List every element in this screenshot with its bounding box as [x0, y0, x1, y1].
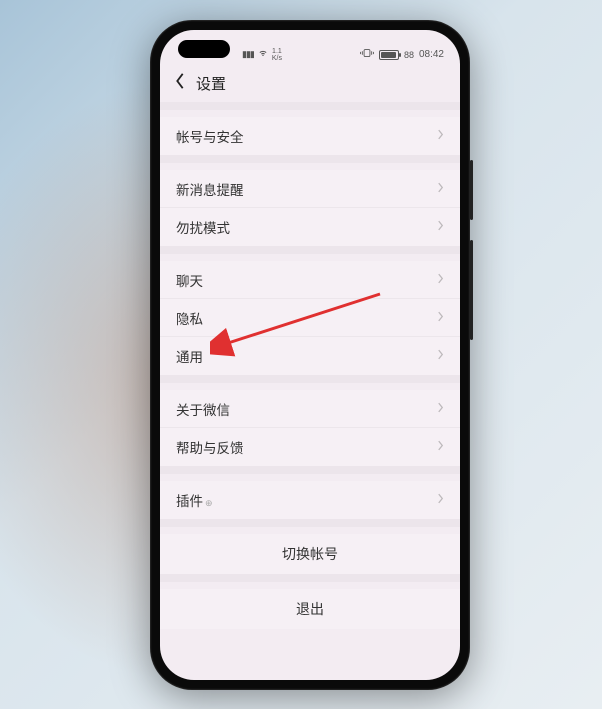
- row-privacy[interactable]: 隐私: [160, 299, 460, 337]
- row-dnd[interactable]: 勿扰模式: [160, 208, 460, 246]
- row-label: 帐号与安全: [176, 126, 437, 146]
- network-speed: 1.1 K/s: [272, 48, 282, 62]
- chevron-right-icon: [437, 309, 444, 327]
- nav-header: 设置: [160, 64, 460, 102]
- button-label: 退出: [296, 599, 324, 619]
- chevron-right-icon: [437, 127, 444, 145]
- row-label: 帮助与反馈: [176, 437, 437, 457]
- row-label: 通用: [176, 346, 437, 366]
- chevron-right-icon: [437, 438, 444, 456]
- phone-side-button: [470, 240, 473, 340]
- button-label: 切换帐号: [282, 544, 338, 564]
- cellular-signal-icon: ▮▮▮: [242, 49, 254, 60]
- row-label: 关于微信: [176, 399, 437, 419]
- switch-account-button[interactable]: 切换帐号: [160, 534, 460, 574]
- row-label: 勿扰模式: [176, 217, 437, 237]
- phone-side-button: [470, 160, 473, 220]
- chevron-right-icon: [437, 347, 444, 365]
- logout-button[interactable]: 退出: [160, 589, 460, 629]
- chevron-right-icon: [437, 491, 444, 509]
- chevron-right-icon: [437, 180, 444, 198]
- row-account-security[interactable]: 帐号与安全: [160, 117, 460, 155]
- row-label: 聊天: [176, 270, 437, 290]
- row-general[interactable]: 通用: [160, 337, 460, 375]
- settings-list: 帐号与安全 新消息提醒 勿扰模式 聊天: [160, 102, 460, 680]
- battery-percent: 88: [404, 50, 414, 60]
- phone-frame: ▮▮▮ 1.1 K/s 88 08:42: [150, 20, 470, 690]
- row-chat[interactable]: 聊天: [160, 261, 460, 299]
- row-help[interactable]: 帮助与反馈: [160, 428, 460, 466]
- clock: 08:42: [419, 49, 444, 60]
- battery-icon: [379, 50, 399, 60]
- plugin-badge-icon: ⊕: [205, 498, 213, 508]
- row-plugins[interactable]: 插件⊕: [160, 481, 460, 519]
- wifi-icon: [257, 47, 269, 62]
- row-label: 插件⊕: [176, 490, 437, 510]
- row-new-message[interactable]: 新消息提醒: [160, 170, 460, 208]
- row-label: 新消息提醒: [176, 179, 437, 199]
- row-label: 隐私: [176, 308, 437, 328]
- row-about[interactable]: 关于微信: [160, 390, 460, 428]
- camera-cutout: [178, 40, 230, 58]
- chevron-right-icon: [437, 218, 444, 236]
- back-button[interactable]: [174, 72, 186, 95]
- chevron-right-icon: [437, 400, 444, 418]
- phone-screen: ▮▮▮ 1.1 K/s 88 08:42: [160, 30, 460, 680]
- chevron-right-icon: [437, 271, 444, 289]
- vibrate-icon: [360, 47, 374, 62]
- page-title: 设置: [196, 73, 226, 94]
